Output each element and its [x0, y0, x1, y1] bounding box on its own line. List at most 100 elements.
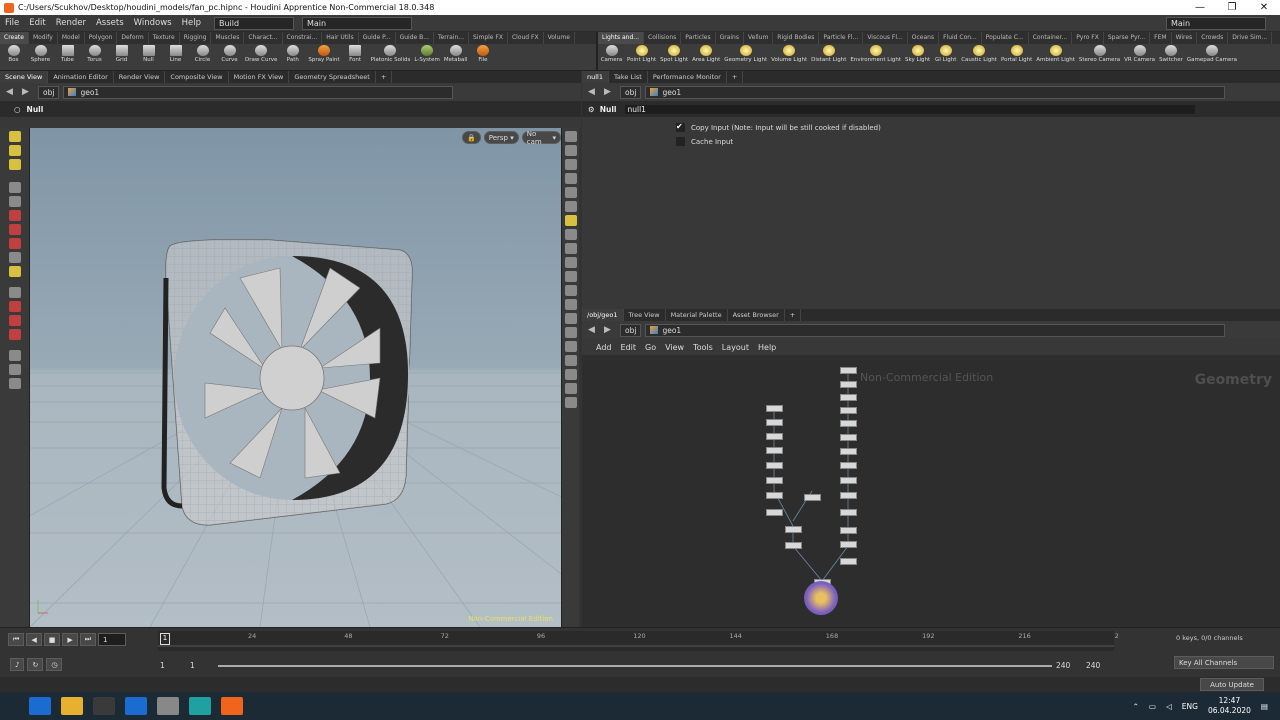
- shading-icon[interactable]: [564, 145, 577, 156]
- auto-update-button[interactable]: Auto Update: [1200, 678, 1264, 691]
- shelf-tool[interactable]: File: [469, 44, 496, 70]
- pane-tab[interactable]: Tree View: [624, 309, 666, 321]
- network-menu-item[interactable]: Help: [758, 343, 776, 352]
- clock[interactable]: 12:47 06.04.2020: [1208, 696, 1251, 716]
- main-desktop-select[interactable]: Main: [301, 16, 412, 30]
- sop-node[interactable]: [785, 526, 802, 533]
- text-icon[interactable]: [564, 369, 577, 380]
- shelf-tool[interactable]: VR Camera: [1122, 44, 1157, 70]
- shelf-tool[interactable]: Geometry Light: [722, 44, 769, 70]
- camera-tool-icon[interactable]: [8, 350, 21, 361]
- sop-node[interactable]: [840, 367, 857, 374]
- sop-node[interactable]: [840, 381, 857, 388]
- shelf-tool[interactable]: Portal Light: [999, 44, 1034, 70]
- gear-icon[interactable]: ⚙: [588, 105, 595, 114]
- frame-ruler[interactable]: 24 48 72 96 120 144 168 192 216 2 1: [158, 631, 1119, 651]
- shelf-tool[interactable]: Path: [279, 44, 306, 70]
- pane-tab[interactable]: Scene View: [0, 71, 49, 83]
- shelf-tab[interactable]: Container...: [1029, 32, 1073, 44]
- shelf-tool[interactable]: Stereo Camera: [1077, 44, 1122, 70]
- sop-node[interactable]: [840, 448, 857, 455]
- menu-help[interactable]: Help: [177, 18, 206, 28]
- realtime-icon[interactable]: ◷: [46, 658, 63, 671]
- houdini-taskbar-icon[interactable]: [221, 697, 243, 715]
- path-geo[interactable]: geo1: [63, 85, 454, 99]
- forward-arrow-icon[interactable]: ▶: [604, 325, 620, 335]
- stop-button[interactable]: ■: [43, 633, 61, 646]
- shelf-tab[interactable]: Viscous Fl...: [863, 32, 908, 44]
- cache-input-checkbox[interactable]: [676, 137, 685, 146]
- move-tool-icon[interactable]: [8, 145, 21, 156]
- camera-menu[interactable]: No cam ▾: [521, 130, 561, 146]
- ghost-icon[interactable]: [564, 229, 577, 240]
- brush-tool-icon[interactable]: [8, 238, 21, 249]
- pin-icon[interactable]: [564, 397, 577, 408]
- shelf-tab[interactable]: FEM: [1150, 32, 1172, 44]
- points-icon[interactable]: [564, 257, 577, 268]
- pane-tab[interactable]: Geometry Spreadsheet: [289, 71, 376, 83]
- shelf-tool[interactable]: Circle: [189, 44, 216, 70]
- range-start-2[interactable]: 1: [190, 661, 195, 670]
- shelf-tab[interactable]: Muscles: [211, 32, 245, 44]
- back-arrow-icon[interactable]: ◀: [6, 87, 22, 97]
- snap-grid-icon[interactable]: [8, 301, 21, 312]
- brush-icon[interactable]: [564, 299, 577, 310]
- curve-icon[interactable]: [564, 327, 577, 338]
- build-desktop-select[interactable]: Build: [213, 16, 294, 30]
- forward-arrow-icon[interactable]: ▶: [22, 87, 38, 97]
- menu-render[interactable]: Render: [51, 18, 91, 28]
- param-path-geo[interactable]: geo1: [645, 85, 1226, 99]
- lock-camera-icon[interactable]: 🔒: [462, 131, 481, 144]
- search-icon[interactable]: ○: [14, 105, 21, 114]
- sphere-icon[interactable]: [564, 187, 577, 198]
- shelf-tool[interactable]: Environment Light: [848, 44, 903, 70]
- shelf-tool[interactable]: Spray Paint: [306, 44, 341, 70]
- shelf-tool[interactable]: Draw Curve: [243, 44, 279, 70]
- shelf-tab[interactable]: Populate C...: [982, 32, 1029, 44]
- sop-node[interactable]: [766, 462, 783, 469]
- jump-end-button[interactable]: ⏭: [79, 633, 97, 646]
- sop-node[interactable]: [766, 509, 783, 516]
- network-menu-item[interactable]: View: [665, 343, 684, 352]
- lock-view-icon[interactable]: [564, 159, 577, 170]
- ruler-icon[interactable]: [564, 313, 577, 324]
- range-end[interactable]: 240: [1056, 661, 1070, 670]
- merge-node-icon[interactable]: [804, 581, 838, 615]
- grid-icon[interactable]: [564, 243, 577, 254]
- forward-arrow-icon[interactable]: ▶: [604, 87, 620, 97]
- shelf-tab[interactable]: Wires: [1172, 32, 1198, 44]
- sop-node[interactable]: [766, 477, 783, 484]
- audio-icon[interactable]: ♪: [10, 658, 25, 671]
- shelf-tab[interactable]: Create: [0, 32, 29, 44]
- net-path-obj[interactable]: obj: [620, 323, 642, 337]
- snap-icon[interactable]: [8, 287, 21, 298]
- shelf-tab[interactable]: Rigging: [180, 32, 212, 44]
- shelf-tab[interactable]: Modify: [29, 32, 58, 44]
- maximize-button[interactable]: ❐: [1216, 2, 1248, 13]
- paint-tool-icon[interactable]: [8, 224, 21, 235]
- shelf-tool[interactable]: Grid: [108, 44, 135, 70]
- range-start[interactable]: 1: [160, 661, 165, 670]
- shelf-tool[interactable]: Line: [162, 44, 189, 70]
- tray-chevron-icon[interactable]: ⌃: [1133, 702, 1139, 711]
- sop-node[interactable]: [840, 394, 857, 401]
- sop-node[interactable]: [766, 492, 783, 499]
- shelf-tool[interactable]: Gamepad Camera: [1185, 44, 1239, 70]
- store-icon[interactable]: [93, 697, 115, 715]
- shelf-tool[interactable]: Camera: [598, 44, 625, 70]
- shelf-tab[interactable]: Charact...: [244, 32, 283, 44]
- shelf-tab[interactable]: Rigid Bodies: [773, 32, 820, 44]
- shelf-tab[interactable]: Texture: [149, 32, 180, 44]
- edges-icon[interactable]: [564, 341, 577, 352]
- menu-file[interactable]: File: [0, 18, 24, 28]
- node-name-field[interactable]: null1: [624, 104, 1195, 114]
- current-frame-field[interactable]: 1: [98, 633, 127, 646]
- back-arrow-icon[interactable]: ◀: [588, 87, 604, 97]
- snap-magnet-icon[interactable]: [8, 329, 21, 340]
- shelf-tool[interactable]: Tube: [54, 44, 81, 70]
- shelf-tab[interactable]: Sparse Pyr...: [1104, 32, 1151, 44]
- shelf-tab[interactable]: Drive Sim...: [1228, 32, 1273, 44]
- shelf-tab[interactable]: Terrain...: [434, 32, 469, 44]
- shelf-tool[interactable]: Caustic Light: [959, 44, 999, 70]
- pane-tab[interactable]: Material Palette: [666, 309, 728, 321]
